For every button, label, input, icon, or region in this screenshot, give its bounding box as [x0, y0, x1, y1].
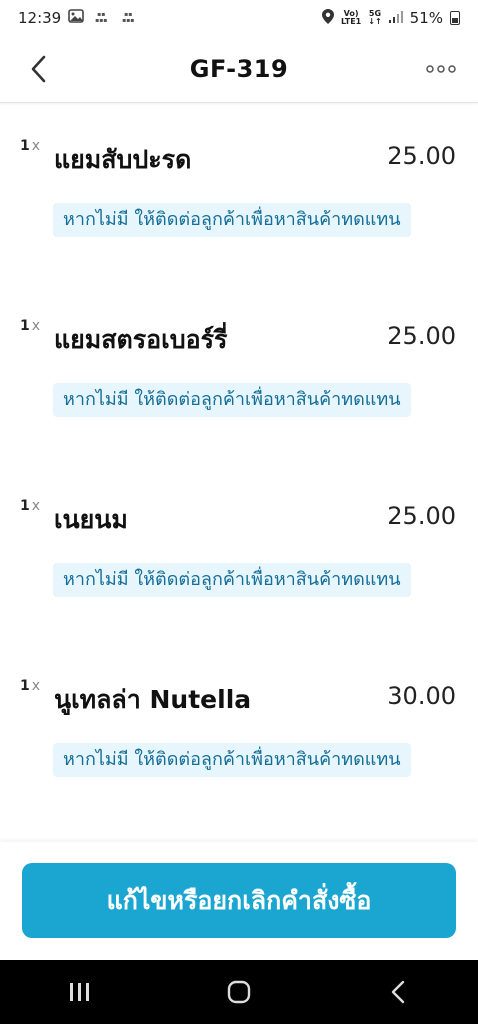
- image-notification-icon: [68, 9, 85, 27]
- home-icon: [227, 980, 251, 1004]
- item-price: 30.00: [387, 682, 456, 710]
- status-time: 12:39: [18, 9, 62, 27]
- status-bar: 12:39 ▪▪ ▪▪▪ ▪▪ ▪▪▪ Vo) LTE1 5G ↓↑ 51%: [0, 0, 478, 36]
- item-price: 25.00: [387, 142, 456, 170]
- chevron-left-icon: [31, 55, 46, 83]
- order-item: 1x แยมสตรอเบอร์รี่ 25.00 หากไม่มี ให้ติด…: [0, 284, 478, 464]
- item-name: นูเทลล่า Nutella: [54, 685, 252, 714]
- quantity-value: 1: [20, 498, 30, 514]
- network-indicator: Vo) LTE1: [340, 9, 362, 26]
- item-quantity: 1x: [20, 138, 40, 154]
- header: GF-319: [0, 36, 478, 103]
- quantity-multiplier: x: [31, 318, 41, 334]
- system-navigation-bar: [0, 960, 478, 1024]
- signal-icon: [388, 9, 403, 27]
- quantity-multiplier: x: [31, 498, 41, 514]
- recent-apps-button[interactable]: [50, 967, 110, 1017]
- item-name: แยมสตรอเบอร์รี่: [54, 325, 228, 354]
- quantity-value: 1: [20, 678, 30, 694]
- battery-icon: [450, 11, 460, 25]
- item-price: 25.00: [387, 502, 456, 530]
- home-button[interactable]: [209, 967, 269, 1017]
- quantity-multiplier: x: [31, 678, 41, 694]
- substitution-note: หากไม่มี ให้ติดต่อลูกค้าเพื่อหาสินค้าทดแ…: [53, 203, 411, 237]
- more-horizontal-icon: [426, 65, 456, 73]
- recent-apps-icon: [69, 983, 89, 1001]
- substitution-note: หากไม่มี ให้ติดต่อลูกค้าเพื่อหาสินค้าทดแ…: [53, 563, 411, 597]
- back-icon: [392, 980, 405, 1004]
- item-name: เนยนม: [54, 505, 128, 534]
- substitution-note: หากไม่มี ให้ติดต่อลูกค้าเพื่อหาสินค้าทดแ…: [53, 743, 411, 777]
- battery-percent: 51%: [409, 9, 443, 27]
- item-quantity: 1x: [20, 678, 40, 694]
- item-price: 25.00: [387, 322, 456, 350]
- edit-or-cancel-order-button[interactable]: แก้ไขหรือยกเลิกคำสั่งซื้อ: [22, 863, 456, 938]
- signal-mode-label: 5G: [368, 9, 382, 18]
- quantity-value: 1: [20, 318, 30, 334]
- substitution-note: หากไม่มี ให้ติดต่อลูกค้าเพื่อหาสินค้าทดแ…: [53, 383, 411, 417]
- item-quantity: 1x: [20, 498, 40, 514]
- item-quantity: 1x: [20, 318, 40, 334]
- app-notification-icon: ▪▪ ▪▪▪: [95, 11, 108, 24]
- more-options-button[interactable]: [424, 56, 458, 82]
- order-item: 1x แยมสับปะรด 25.00 หากไม่มี ให้ติดต่อลู…: [0, 104, 478, 284]
- back-button[interactable]: [18, 44, 58, 94]
- status-left: 12:39 ▪▪ ▪▪▪ ▪▪ ▪▪▪: [18, 9, 138, 27]
- bottom-action-bar: แก้ไขหรือยกเลิกคำสั่งซื้อ: [0, 842, 478, 960]
- location-icon: [321, 8, 334, 28]
- data-indicator: 5G ↓↑: [368, 9, 382, 26]
- quantity-multiplier: x: [31, 138, 41, 154]
- status-right: Vo) LTE1 5G ↓↑ 51%: [321, 8, 460, 28]
- order-item: 1x เนยนม 25.00 หากไม่มี ให้ติดต่อลูกค้าเ…: [0, 464, 478, 644]
- page-title: GF-319: [189, 55, 289, 83]
- order-item-list: 1x แยมสับปะรด 25.00 หากไม่มี ให้ติดต่อลู…: [0, 104, 478, 842]
- item-name: แยมสับปะรด: [54, 145, 192, 174]
- app-notification-icon-2: ▪▪ ▪▪▪: [122, 11, 135, 24]
- network-label: LTE1: [340, 17, 362, 26]
- order-item: 1x นูเทลล่า Nutella 30.00 หากไม่มี ให้ติ…: [0, 644, 478, 824]
- quantity-value: 1: [20, 138, 30, 154]
- system-back-button[interactable]: [368, 967, 428, 1017]
